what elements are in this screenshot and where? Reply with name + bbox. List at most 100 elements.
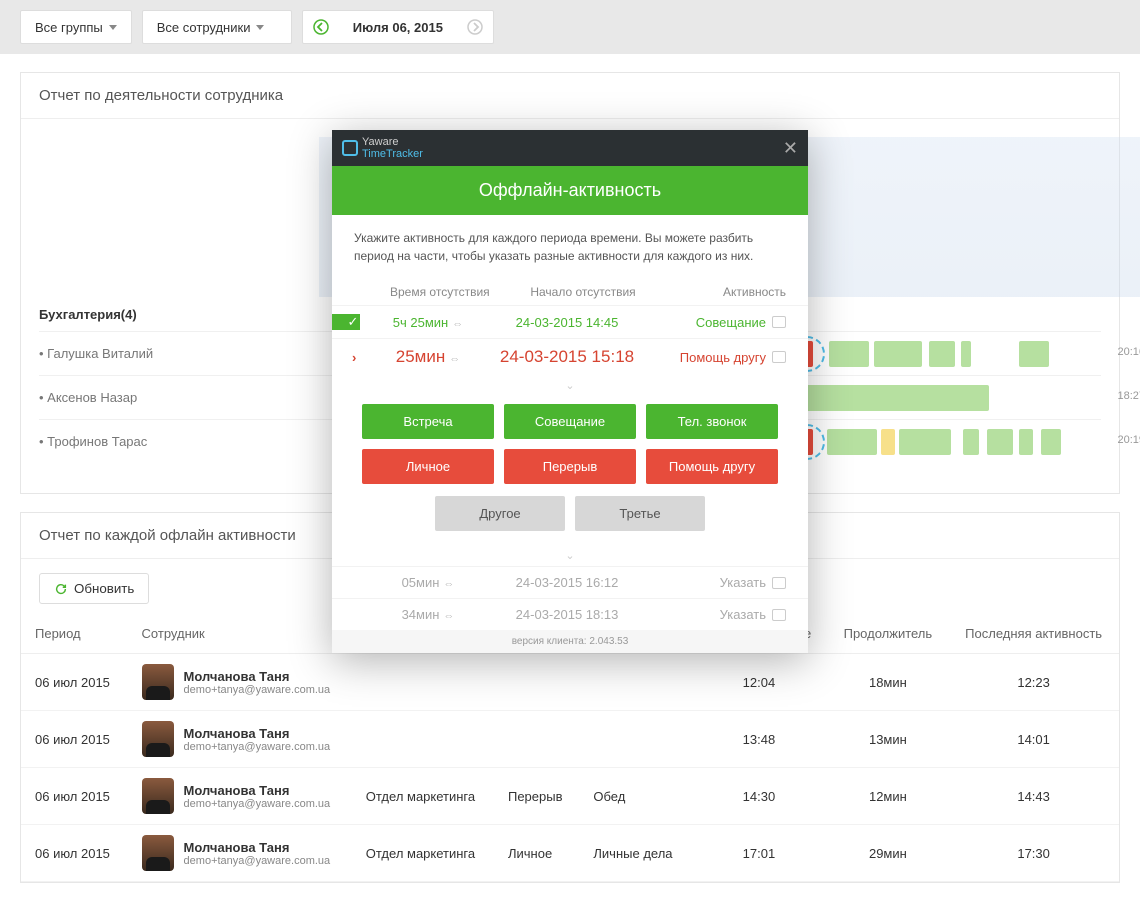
date-prev-button[interactable] (303, 11, 339, 43)
refresh-button[interactable]: Обновить (39, 573, 149, 604)
groups-dropdown[interactable]: Все группы (20, 10, 132, 44)
cell-last: 14:01 (948, 711, 1119, 768)
collapse-icon[interactable]: ⌄ (332, 375, 808, 396)
period-activity[interactable]: Помощь другу (646, 350, 786, 365)
period-activity[interactable]: Совещание (646, 315, 786, 330)
comment-icon[interactable] (772, 316, 786, 328)
table-row[interactable]: 06 июл 2015 Молчанова Таня demo+tanya@ya… (21, 825, 1119, 882)
cell-period: 06 июл 2015 (21, 825, 128, 882)
employee-cell: Молчанова Таня demo+tanya@yaware.com.ua (142, 721, 338, 757)
period-headers: Время отсутствия Начало отсутствия Актив… (332, 279, 808, 305)
activity-block[interactable] (899, 429, 951, 455)
cell-last: 12:23 (948, 654, 1119, 711)
comment-icon[interactable] (772, 351, 786, 363)
table-row[interactable]: 06 июл 2015 Молчанова Таня demo+tanya@ya… (21, 768, 1119, 825)
employee-email: demo+tanya@yaware.com.ua (184, 855, 331, 867)
split-icon[interactable]: ⇔ (452, 318, 463, 330)
date-label: Июля 06, 2015 (339, 12, 457, 43)
cell-act2: Обед (579, 768, 690, 825)
cell-last: 17:30 (948, 825, 1119, 882)
cell-act1 (494, 711, 579, 768)
comment-icon[interactable] (772, 609, 786, 621)
period-start: 24-03-2015 18:13 (488, 607, 646, 622)
employee-cell: Молчанова Таня demo+tanya@yaware.com.ua (142, 664, 338, 700)
employee-cell: Молчанова Таня demo+tanya@yaware.com.ua (142, 835, 338, 871)
activity-block[interactable] (961, 341, 971, 367)
expand-icon[interactable]: ⌄ (332, 545, 808, 566)
activity-block[interactable] (963, 429, 979, 455)
activity-block[interactable] (874, 341, 922, 367)
employee-email: demo+tanya@yaware.com.ua (184, 741, 331, 753)
table-row[interactable]: 06 июл 2015 Молчанова Таня demo+tanya@ya… (21, 654, 1119, 711)
chevron-down-icon (256, 25, 264, 30)
col-duration[interactable]: Продолжитель (828, 614, 949, 654)
btn-meeting[interactable]: Встреча (362, 404, 494, 439)
activity-block-yellow[interactable] (881, 429, 895, 455)
col-period[interactable]: Период (21, 614, 128, 654)
period-row[interactable]: 34мин⇔ 24-03-2015 18:13 Указать (332, 598, 808, 630)
period-duration: 5ч 25мин⇔ (368, 315, 488, 330)
btn-phone[interactable]: Тел. звонок (646, 404, 778, 439)
btn-third[interactable]: Третье (575, 496, 705, 531)
cell-dept (352, 711, 494, 768)
col-last-activity[interactable]: Последняя активность (948, 614, 1119, 654)
logo-icon (342, 140, 358, 156)
modal-title: Оффлайн-активность (332, 166, 808, 215)
cell-period: 06 июл 2015 (21, 768, 128, 825)
split-icon[interactable]: ⇔ (443, 578, 454, 590)
cell-act2: Личные дела (579, 825, 690, 882)
btn-help[interactable]: Помощь другу (646, 449, 778, 484)
chevron-down-icon (109, 25, 117, 30)
split-icon[interactable]: ⇔ (449, 353, 460, 365)
cell-period: 06 июл 2015 (21, 711, 128, 768)
cell-dur: 29мин (828, 825, 949, 882)
employee-name: Молчанова Таня (184, 783, 331, 798)
period-activity[interactable]: Указать (646, 575, 786, 590)
offline-activity-modal: YawareTimeTracker ✕ Оффлайн-активность У… (332, 130, 808, 653)
cell-dept: Отдел маркетинга (352, 825, 494, 882)
avatar (142, 835, 174, 871)
table-row[interactable]: 06 июл 2015 Молчанова Таня demo+tanya@ya… (21, 711, 1119, 768)
cell-act1: Перерыв (494, 768, 579, 825)
btn-other[interactable]: Другое (435, 496, 565, 531)
cell-first: 14:30 (690, 768, 827, 825)
activity-block[interactable] (1019, 429, 1033, 455)
employees-dropdown[interactable]: Все сотрудники (142, 10, 292, 44)
activity-block[interactable] (1041, 429, 1061, 455)
activity-block[interactable] (1019, 341, 1049, 367)
period-row[interactable]: 05мин⇔ 24-03-2015 16:12 Указать (332, 566, 808, 598)
date-next-button[interactable] (457, 11, 493, 43)
end-time-label: 18:27 (1117, 390, 1140, 402)
close-icon[interactable]: ✕ (783, 138, 798, 159)
employee-name: Молчанова Таня (184, 669, 331, 684)
client-version: версия клиента: 2.043.53 (332, 630, 808, 653)
employee-name: • Аксенов Назар (39, 390, 319, 405)
period-start: 24-03-2015 16:12 (488, 575, 646, 590)
modal-instruction: Укажите активность для каждого периода в… (332, 215, 808, 279)
activity-block[interactable] (829, 341, 869, 367)
cell-act2 (579, 711, 690, 768)
groups-label: Все группы (35, 20, 103, 35)
end-time-label: 20:16 (1117, 346, 1140, 358)
cell-dur: 12мин (828, 768, 949, 825)
btn-break[interactable]: Перерыв (504, 449, 636, 484)
activity-block[interactable] (929, 341, 955, 367)
cell-last: 14:43 (948, 768, 1119, 825)
cell-act1: Личное (494, 825, 579, 882)
period-activity[interactable]: Указать (646, 607, 786, 622)
app-logo: YawareTimeTracker (342, 136, 423, 160)
col-employee[interactable]: Сотрудник (128, 614, 352, 654)
btn-personal[interactable]: Личное (362, 449, 494, 484)
activity-block[interactable] (827, 429, 877, 455)
activity-block[interactable] (987, 429, 1013, 455)
split-icon[interactable]: ⇔ (443, 610, 454, 622)
period-row[interactable]: 5ч 25мин⇔ 24-03-2015 14:45 Совещание (332, 305, 808, 338)
cell-first: 12:04 (690, 654, 827, 711)
top-filter-bar: Все группы Все сотрудники Июля 06, 2015 (0, 0, 1140, 54)
comment-icon[interactable] (772, 577, 786, 589)
modal-header: YawareTimeTracker ✕ (332, 130, 808, 166)
period-row[interactable]: › 25мин⇔ 24-03-2015 15:18 Помощь другу (332, 338, 808, 375)
activity-block[interactable] (789, 385, 989, 411)
period-duration: 05мин⇔ (368, 575, 488, 590)
btn-conference[interactable]: Совещание (504, 404, 636, 439)
